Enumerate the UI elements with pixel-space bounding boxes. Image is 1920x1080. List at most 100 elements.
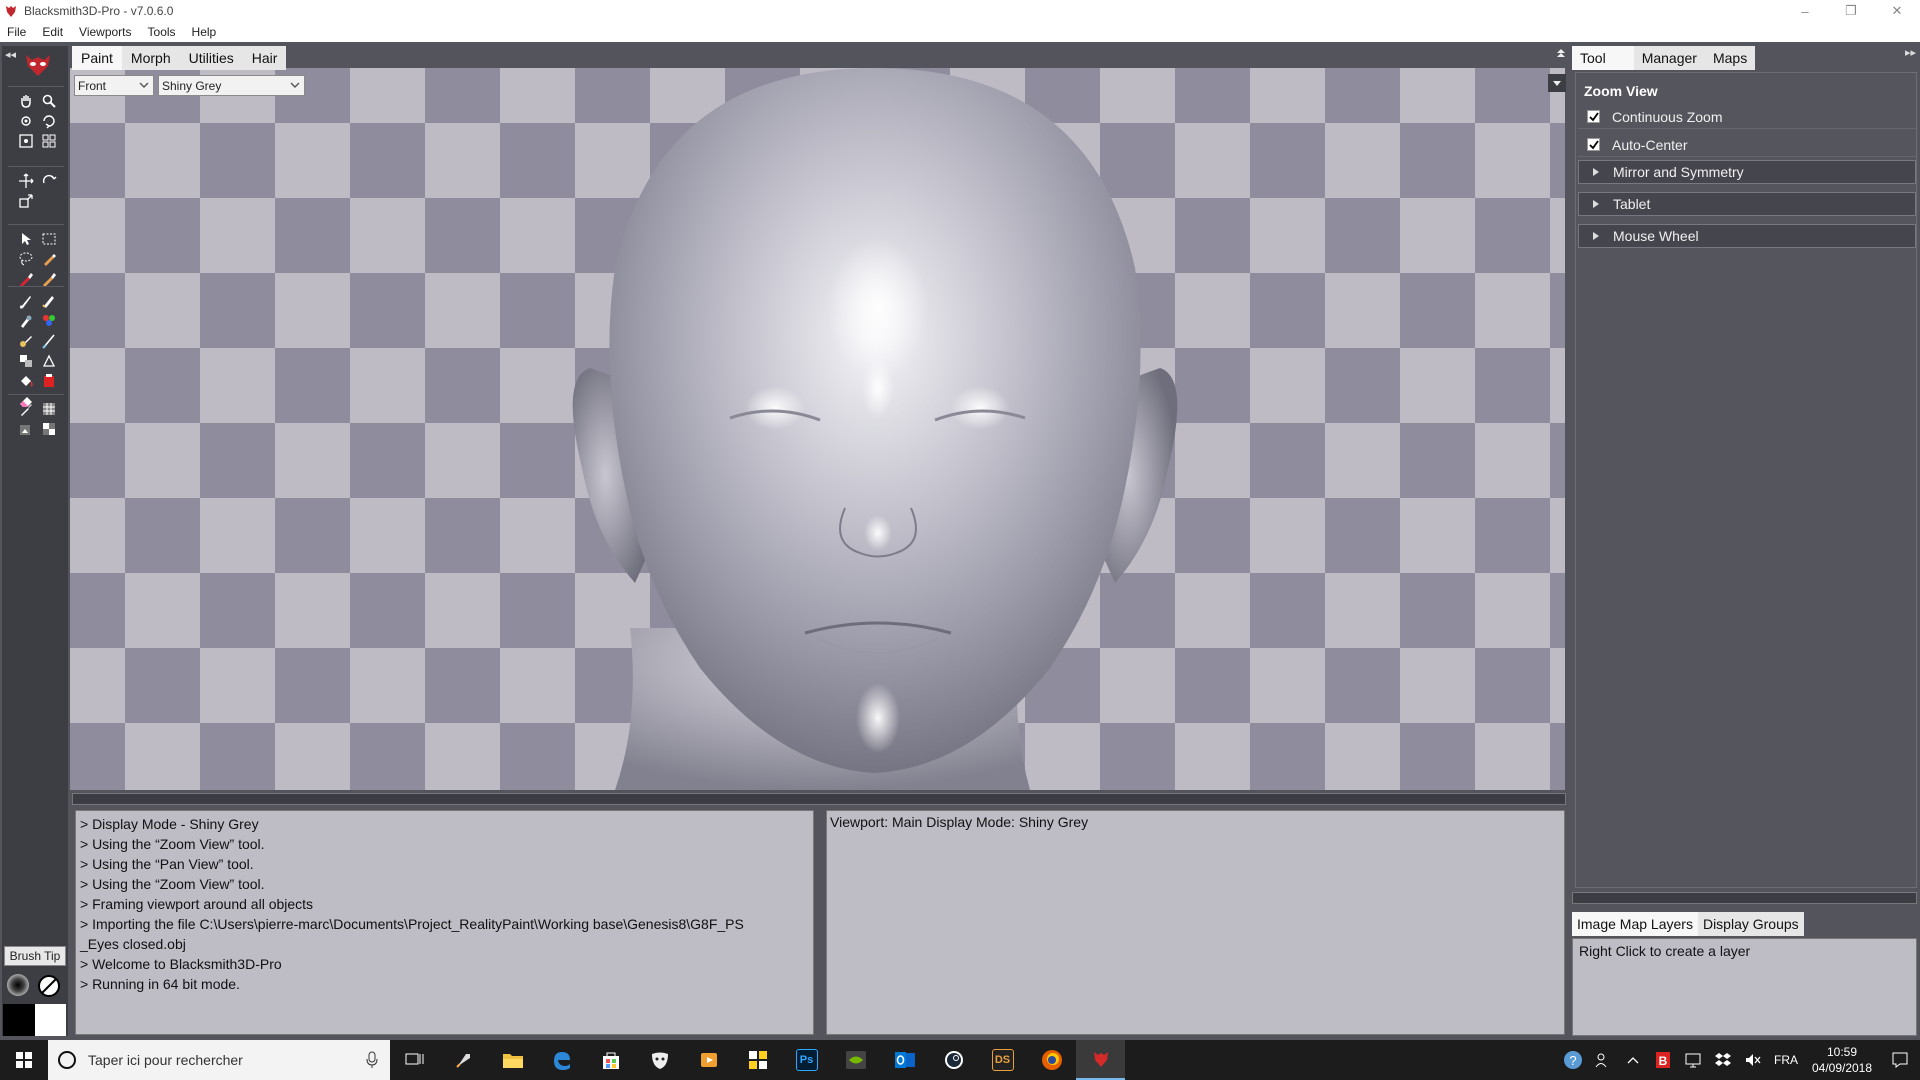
main-viewport[interactable]	[70, 68, 1565, 790]
dropbox-tray-icon[interactable]	[1708, 1040, 1738, 1080]
language-indicator[interactable]: FRA	[1768, 1053, 1804, 1067]
firefox-icon[interactable]	[1027, 1040, 1076, 1080]
display-mode-select[interactable]: Shiny Grey	[158, 75, 305, 96]
eyedropper-icon[interactable]	[16, 399, 36, 418]
media-player-icon[interactable]	[684, 1040, 733, 1080]
rectangle-select-icon[interactable]	[39, 229, 59, 248]
paint-select-icon[interactable]	[39, 249, 59, 268]
file-explorer-icon[interactable]	[488, 1040, 537, 1080]
frame-object-icon[interactable]	[16, 131, 36, 150]
store-icon[interactable]	[586, 1040, 635, 1080]
group-mouse-wheel[interactable]: Mouse Wheel	[1578, 224, 1916, 248]
tab-image-map-layers[interactable]: Image Map Layers	[1572, 912, 1698, 936]
airbrush-icon[interactable]	[39, 291, 59, 310]
daz-studio-icon[interactable]: DS	[978, 1040, 1027, 1080]
help-tray-icon[interactable]: ?	[1558, 1040, 1588, 1080]
tab-display-groups[interactable]: Display Groups	[1698, 912, 1804, 936]
group-tablet[interactable]: Tablet	[1578, 192, 1916, 216]
smudge-brush-icon[interactable]	[16, 311, 36, 330]
expand-triangle-icon[interactable]	[1589, 197, 1603, 211]
checkmark-icon	[1588, 139, 1599, 149]
collapse-right-button[interactable]: ▸▸	[1905, 46, 1916, 59]
select-arrow-icon[interactable]	[16, 229, 36, 248]
menu-edit[interactable]: Edit	[34, 25, 71, 39]
rotate-view-icon[interactable]	[16, 111, 36, 130]
expand-triangle-icon[interactable]	[1589, 165, 1603, 179]
right-panel-scrollbar[interactable]	[1572, 892, 1917, 904]
notification-center-icon[interactable]	[1880, 1040, 1920, 1080]
display-mode-value: Shiny Grey	[162, 78, 222, 93]
tab-tool[interactable]: Tool	[1572, 46, 1634, 70]
scale-object-icon[interactable]	[16, 191, 36, 210]
primary-color-swatch[interactable]	[3, 1004, 35, 1036]
transfer-tool-icon[interactable]	[39, 351, 59, 370]
move-object-icon[interactable]	[16, 171, 36, 190]
edge-browser-icon[interactable]	[537, 1040, 586, 1080]
menu-file[interactable]: File	[0, 25, 34, 39]
lasso-select-icon[interactable]	[16, 249, 36, 268]
option-auto-center[interactable]: Auto-Center	[1578, 133, 1916, 157]
outlook-icon[interactable]	[880, 1040, 929, 1080]
menu-help[interactable]: Help	[184, 25, 225, 39]
viewport-horizontal-scrollbar[interactable]	[72, 793, 1566, 805]
menu-viewports[interactable]: Viewports	[71, 25, 139, 39]
fill-layer-icon[interactable]	[39, 371, 59, 390]
task-view-icon[interactable]	[390, 1040, 439, 1080]
menu-tools[interactable]: Tools	[140, 25, 184, 39]
viewport-menu-button[interactable]	[1548, 74, 1566, 92]
volume-muted-icon[interactable]	[1738, 1040, 1768, 1080]
zoom-view-magnifier-icon[interactable]	[39, 91, 59, 110]
rocket-app-icon[interactable]	[439, 1040, 488, 1080]
chevron-up-icon[interactable]	[1618, 1040, 1648, 1080]
taskbar: Taper ici pour rechercher Ps DS ? B FRA …	[0, 1040, 1920, 1080]
tab-manager[interactable]: Manager	[1634, 46, 1705, 70]
taskbar-clock[interactable]: 10:59 04/09/2018	[1804, 1044, 1880, 1076]
windows-start-icon[interactable]	[0, 1040, 48, 1080]
brush-tip-label[interactable]: Brush Tip	[4, 946, 66, 966]
minimize-button[interactable]: –	[1782, 0, 1828, 22]
layers-panel[interactable]: Right Click to create a layer	[1572, 938, 1917, 1036]
bitdefender-tray-icon[interactable]: B	[1648, 1040, 1678, 1080]
group-mirror-and-symmetry[interactable]: Mirror and Symmetry	[1578, 160, 1916, 184]
collapse-left-button[interactable]: ◂◂	[5, 48, 16, 61]
steam-icon[interactable]	[929, 1040, 978, 1080]
fill-bucket-icon[interactable]	[16, 371, 36, 390]
taskbar-search-box[interactable]: Taper ici pour rechercher	[48, 1040, 390, 1080]
paint-brush-icon[interactable]	[16, 291, 36, 310]
photoshop-icon[interactable]: Ps	[782, 1040, 831, 1080]
texture-grid-icon[interactable]	[39, 399, 59, 418]
nvidia-icon[interactable]	[831, 1040, 880, 1080]
close-button[interactable]: ✕	[1874, 0, 1920, 22]
viewport-scroll-up-icon[interactable]	[1555, 45, 1567, 59]
pan-view-hand-icon[interactable]	[16, 91, 36, 110]
color-brush-icon[interactable]	[39, 311, 59, 330]
frame-all-icon[interactable]	[39, 131, 59, 150]
tab-hair[interactable]: Hair	[243, 46, 287, 70]
blacksmith3d-taskbar-icon[interactable]	[1076, 1040, 1125, 1080]
expand-triangle-icon[interactable]	[1589, 229, 1603, 243]
tab-maps[interactable]: Maps	[1705, 46, 1755, 70]
restore-button[interactable]: ❐	[1828, 0, 1874, 22]
auto-center-checkbox[interactable]	[1587, 138, 1600, 151]
secondary-color-swatch[interactable]	[35, 1004, 66, 1036]
network-tray-icon[interactable]	[1678, 1040, 1708, 1080]
people-tray-icon[interactable]	[1588, 1040, 1618, 1080]
view-select[interactable]: Front	[74, 75, 154, 96]
clone-brush-icon[interactable]	[16, 331, 36, 350]
tab-morph[interactable]: Morph	[122, 46, 180, 70]
tab-paint[interactable]: Paint	[72, 46, 122, 70]
microphone-icon[interactable]	[366, 1051, 378, 1069]
mask-app-icon[interactable]	[635, 1040, 684, 1080]
rotate-object-icon[interactable]	[39, 171, 59, 190]
orbit-view-icon[interactable]	[39, 111, 59, 130]
no-brush-tip-icon[interactable]	[37, 974, 61, 998]
tab-utilities[interactable]: Utilities	[180, 46, 243, 70]
option-continuous-zoom[interactable]: Continuous Zoom	[1578, 105, 1916, 129]
stamp-tool-icon[interactable]	[16, 351, 36, 370]
checker-pattern-icon[interactable]	[39, 419, 59, 438]
continuous-zoom-checkbox[interactable]	[1587, 110, 1600, 123]
windows-app-icon[interactable]	[733, 1040, 782, 1080]
soft-brush-tip-icon[interactable]	[7, 974, 29, 996]
image-paste-icon[interactable]	[16, 419, 36, 438]
line-brush-icon[interactable]	[39, 331, 59, 350]
